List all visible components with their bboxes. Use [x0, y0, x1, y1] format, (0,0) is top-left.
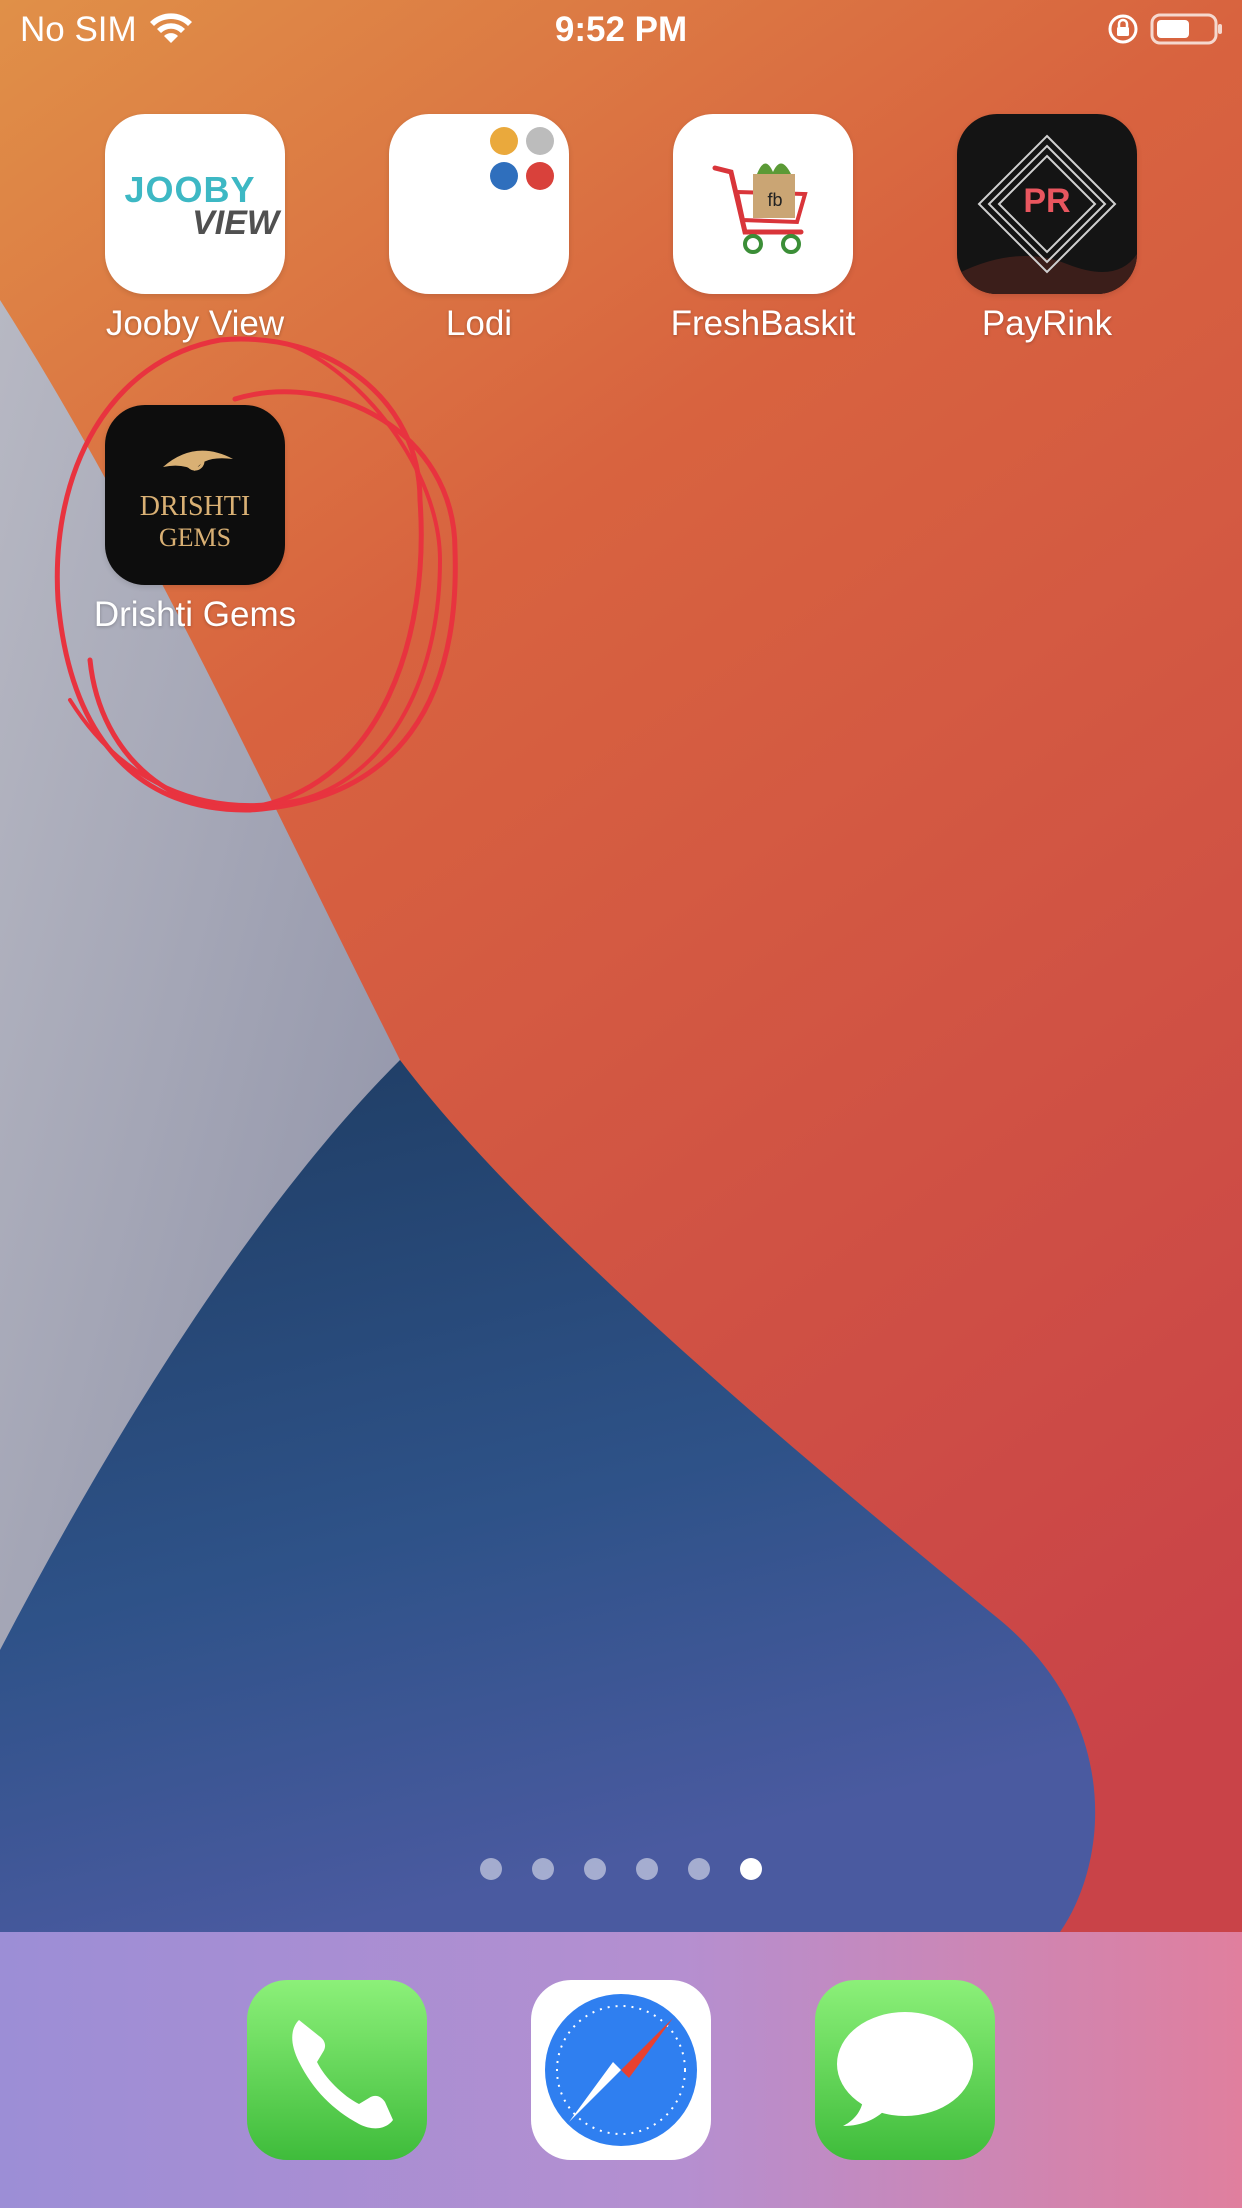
lodi-dots-logo — [490, 127, 554, 190]
app-label-jooby-view: Jooby View — [105, 304, 285, 343]
app-label-lodi: Lodi — [445, 304, 513, 343]
freshbaskit-logo-text: fb — [767, 190, 783, 210]
app-jooby-view[interactable]: JOOBY VIEW Jooby View — [105, 114, 285, 344]
drishti-eye-logo — [163, 450, 233, 471]
page-indicator[interactable] — [0, 1858, 1242, 1880]
dock — [0, 1932, 1242, 2208]
battery-icon — [1150, 13, 1222, 45]
dock-safari[interactable] — [531, 1980, 711, 2160]
lodi-icon[interactable] — [389, 114, 569, 294]
page-dot-active[interactable] — [740, 1858, 762, 1880]
page-dot[interactable] — [688, 1858, 710, 1880]
payrink-logo-text: PR — [1023, 182, 1071, 220]
app-freshbaskit[interactable]: fb FreshBaskit — [671, 114, 855, 344]
jooby-view-icon[interactable]: JOOBY VIEW — [105, 114, 285, 294]
dock-phone[interactable] — [247, 1980, 427, 2160]
drishti-gems-icon[interactable]: DRISHTI GEMS — [105, 405, 285, 585]
status-right — [1106, 12, 1224, 46]
app-payrink[interactable]: PR PayRink — [957, 114, 1137, 344]
page-dot[interactable] — [532, 1858, 554, 1880]
page-dot[interactable] — [480, 1858, 502, 1880]
clock: 9:52 PM — [554, 10, 688, 49]
dock-messages[interactable] — [815, 1980, 995, 2160]
payrink-icon[interactable]: PR — [957, 114, 1137, 294]
safari-compass-icon — [545, 1994, 697, 2146]
drishti-logo-line1: DRISHTI — [139, 491, 251, 522]
app-lodi[interactable]: Lodi — [389, 114, 569, 344]
jooby-logo-bottom: VIEW — [192, 204, 279, 242]
freshbaskit-icon[interactable]: fb — [673, 114, 853, 294]
page-dot[interactable] — [584, 1858, 606, 1880]
phone-icon — [292, 2020, 393, 2129]
drishti-logo-line2: GEMS — [158, 523, 232, 552]
messages-icon — [837, 2012, 973, 2126]
page-dot[interactable] — [636, 1858, 658, 1880]
app-label-freshbaskit: FreshBaskit — [670, 304, 856, 343]
rotation-lock-icon — [1108, 14, 1138, 44]
app-label-drishti-gems: Drishti Gems — [93, 595, 297, 634]
status-bar: No SIM 9:52 PM — [0, 0, 1242, 64]
app-label-payrink: PayRink — [981, 304, 1113, 343]
app-drishti-gems[interactable]: DRISHTI GEMS Drishti Gems — [94, 405, 296, 635]
